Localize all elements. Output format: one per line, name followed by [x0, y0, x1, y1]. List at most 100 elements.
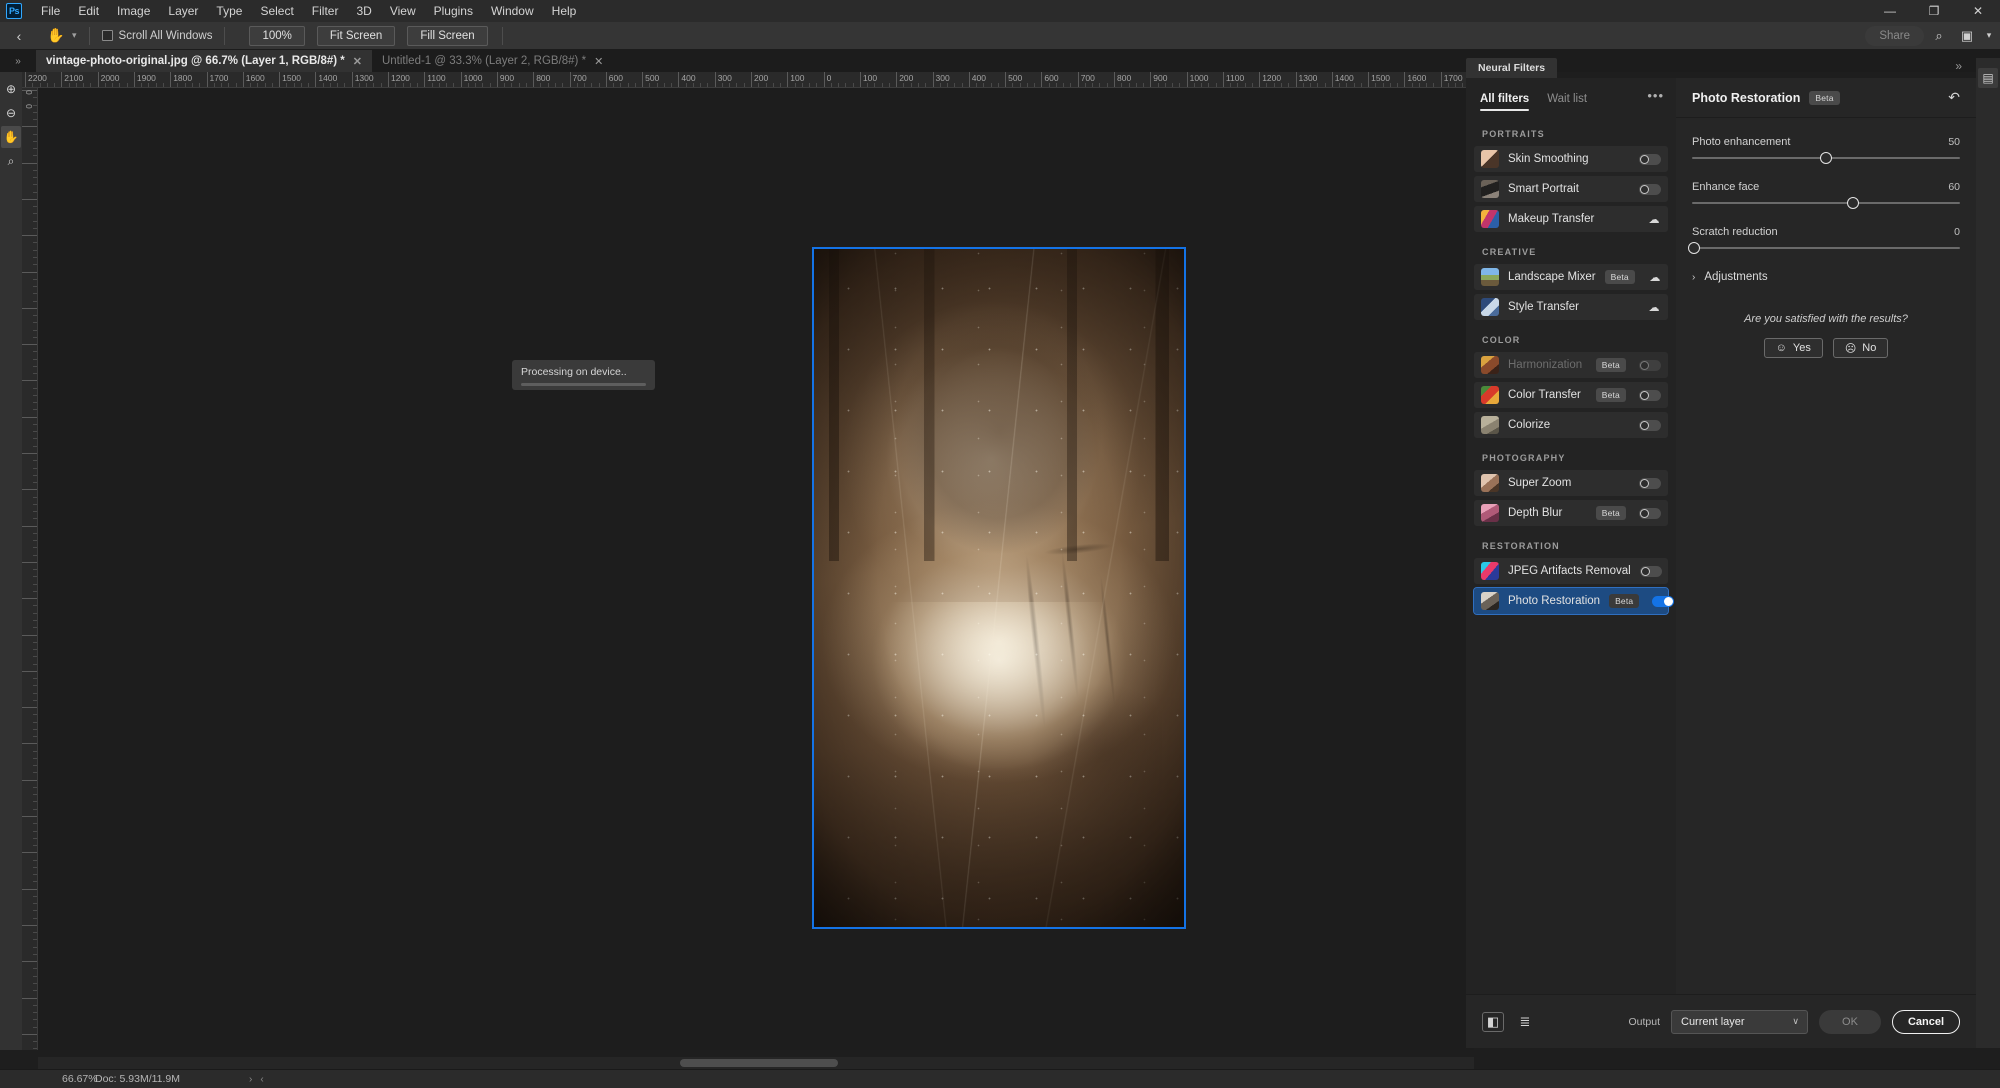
menu-layer[interactable]: Layer [159, 1, 207, 21]
filter-toggle[interactable] [1652, 595, 1675, 607]
panel-options-menu-icon[interactable]: ••• [1647, 88, 1664, 103]
cloud-download-icon[interactable]: ☁ [1648, 271, 1662, 284]
slider-value[interactable]: 60 [1948, 181, 1960, 193]
share-button[interactable]: Share [1865, 25, 1924, 46]
filter-toggle[interactable] [1639, 477, 1661, 489]
image-selection-frame[interactable] [812, 247, 1186, 929]
menu-view[interactable]: View [381, 1, 425, 21]
workspace-chevron-icon[interactable]: ▾ [1982, 24, 1996, 48]
vintage-portrait-photo [814, 249, 1184, 927]
horizontal-scrollbar[interactable] [38, 1057, 1474, 1069]
document-tab[interactable]: Untitled-1 @ 33.3% (Layer 2, RGB/8#) * ✕ [371, 50, 614, 72]
scrollbar-thumb[interactable] [680, 1059, 838, 1067]
cloud-download-icon[interactable]: ☁ [1647, 213, 1661, 226]
filter-group-heading: RESTORATION [1482, 541, 1560, 551]
slider-handle[interactable] [1820, 152, 1832, 164]
filter-item-color-transfer[interactable]: Color Transfer Beta [1474, 382, 1668, 408]
horizontal-ruler[interactable]: 2200 2100 2000 1900 1800 1700 1600 1500 1400 1300… [22, 72, 1474, 88]
filter-toggle[interactable] [1639, 507, 1661, 519]
feedback-yes-button[interactable]: ☺ Yes [1763, 338, 1823, 358]
close-button[interactable]: ✕ [1956, 0, 2000, 22]
processing-progress-bar [521, 383, 646, 386]
menu-help[interactable]: Help [543, 1, 586, 21]
filter-toggle[interactable] [1639, 419, 1661, 431]
footer-right: Output Current layer ∨ OK Cancel [1628, 1009, 1960, 1034]
canvas-area[interactable]: Processing on device.. [38, 88, 1474, 1050]
tool-preset-chevron-icon[interactable]: ▾ [72, 30, 77, 41]
menu-image[interactable]: Image [108, 1, 159, 21]
slider-value[interactable]: 0 [1954, 226, 1960, 238]
ruler-tick [22, 852, 37, 854]
menu-plugins[interactable]: Plugins [425, 1, 482, 21]
workspace-icon[interactable]: ▣ [1954, 24, 1980, 48]
vertical-ruler[interactable]: 00 [22, 88, 38, 1050]
adjustments-disclosure[interactable]: › Adjustments [1692, 271, 1960, 283]
status-collapse-icon[interactable]: ‹ [256, 1074, 267, 1085]
output-select[interactable]: Current layer ∨ [1671, 1009, 1808, 1034]
back-chevron-icon[interactable]: ‹ [6, 22, 32, 50]
menu-3d[interactable]: 3D [347, 1, 380, 21]
filter-item-colorize[interactable]: Colorize [1474, 412, 1668, 438]
toggle-knob [1640, 154, 1649, 164]
zoom-100-button[interactable]: 100% [249, 25, 305, 46]
tab-neural-filters[interactable]: Neural Filters [1466, 58, 1558, 78]
minimize-button[interactable]: — [1868, 0, 1912, 22]
status-expand-icon[interactable]: › [245, 1074, 256, 1085]
zoom-level-field[interactable]: 66.67% [0, 1073, 98, 1085]
cloud-download-icon[interactable]: ☁ [1647, 301, 1661, 314]
scroll-all-windows-checkbox[interactable]: Scroll All Windows [101, 30, 212, 42]
fill-screen-button[interactable]: Fill Screen [407, 25, 488, 46]
close-icon[interactable]: ✕ [594, 55, 603, 68]
menu-edit[interactable]: Edit [69, 1, 108, 21]
document-tab[interactable]: vintage-photo-original.jpg @ 66.7% (Laye… [36, 50, 372, 72]
feedback-no-button[interactable]: ☹ No [1832, 338, 1889, 358]
hand-tool[interactable]: ✋ [1, 126, 21, 148]
menu-file[interactable]: File [32, 1, 69, 21]
ok-button[interactable]: OK [1819, 1009, 1881, 1034]
fit-screen-button[interactable]: Fit Screen [316, 25, 396, 46]
filter-item-skin-smoothing[interactable]: Skin Smoothing [1474, 146, 1668, 172]
panel-collapse-icon[interactable]: » [1955, 59, 1962, 73]
slider-handle[interactable] [1846, 197, 1859, 209]
maximize-button[interactable]: ❐ [1912, 0, 1956, 22]
filter-item-landscape-mixer[interactable]: Landscape Mixer Beta ☁ [1474, 264, 1668, 290]
slider-track[interactable] [1692, 197, 1960, 209]
slider-value[interactable]: 50 [1948, 136, 1960, 148]
menu-select[interactable]: Select [251, 1, 302, 21]
filter-item-style-transfer[interactable]: Style Transfer ☁ [1474, 294, 1668, 320]
tab-overflow-icon[interactable]: » [0, 50, 36, 72]
filter-tab-all-filters[interactable]: All filters [1480, 85, 1530, 112]
ruler-label: 1400 [318, 73, 338, 83]
menu-filter[interactable]: Filter [303, 1, 348, 21]
filter-item-smart-portrait[interactable]: Smart Portrait [1474, 176, 1668, 202]
filter-thumbnail-icon [1481, 562, 1499, 580]
search-icon[interactable]: ⌕ [1926, 24, 1952, 48]
preview-split-icon[interactable]: ◧ [1482, 1011, 1504, 1032]
filter-tab-wait-list[interactable]: Wait list [1547, 85, 1587, 112]
filter-toggle[interactable] [1639, 389, 1661, 401]
filter-item-super-zoom[interactable]: Super Zoom [1474, 470, 1668, 496]
zoom-in-tool[interactable]: ⊕ [1, 78, 21, 100]
slider-track[interactable] [1692, 152, 1960, 164]
filter-item-makeup-transfer[interactable]: Makeup Transfer ☁ [1474, 206, 1668, 232]
filter-item-photo-restoration[interactable]: Photo Restoration Beta [1473, 587, 1675, 615]
menu-window[interactable]: Window [482, 1, 543, 21]
slider-track[interactable] [1688, 242, 1960, 254]
filter-toggle[interactable] [1639, 183, 1661, 195]
neural-filters-dock-icon[interactable]: ▤ [1978, 68, 1998, 88]
slider-handle[interactable] [1688, 242, 1701, 254]
filter-toggle[interactable] [1639, 153, 1661, 165]
close-icon[interactable]: ✕ [353, 55, 362, 68]
reset-icon[interactable]: ↶ [1948, 89, 1960, 106]
menu-type[interactable]: Type [207, 1, 251, 21]
cancel-button[interactable]: Cancel [1892, 1009, 1960, 1034]
filter-item-depth-blur[interactable]: Depth Blur Beta [1474, 500, 1668, 526]
hand-tool-icon[interactable]: ✋ [42, 22, 70, 50]
filter-item-harmonization[interactable]: Harmonization Beta [1474, 352, 1668, 378]
filter-item-jpeg-artifacts-removal[interactable]: JPEG Artifacts Removal [1474, 558, 1668, 584]
filter-toggle[interactable] [1639, 565, 1662, 577]
checkbox-box[interactable] [101, 30, 113, 41]
layers-icon[interactable]: ≣ [1514, 1012, 1536, 1032]
magnifier-tool[interactable]: ⌕ [1, 150, 21, 172]
zoom-out-tool[interactable]: ⊖ [1, 102, 21, 124]
